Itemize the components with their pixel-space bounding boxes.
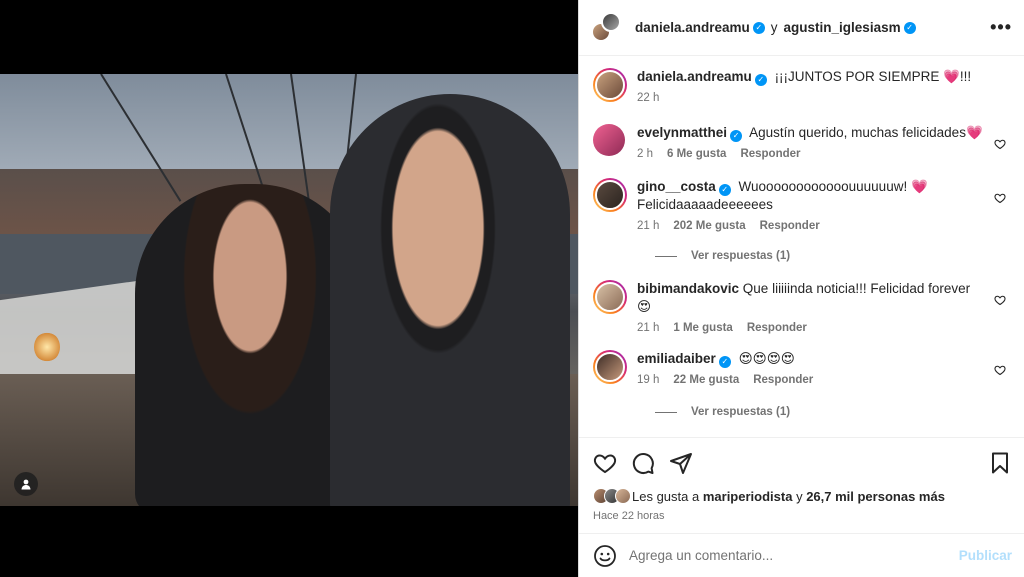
verified-icon: ✓ <box>754 74 767 86</box>
comment-item: emiliadaiber ✓ 😍😍😍😍 19 h 22 Me gusta Resp… <box>593 350 1010 386</box>
post-photo <box>0 74 578 506</box>
publish-button[interactable]: Publicar <box>959 548 1012 563</box>
comment-time: 2 h <box>637 148 653 160</box>
share-icon[interactable] <box>669 451 693 475</box>
emoji-icon[interactable] <box>593 544 617 568</box>
verified-icon: ✓ <box>718 184 731 196</box>
post-media <box>0 0 578 577</box>
coauthor-username[interactable]: agustin_iglesiasm <box>784 20 901 35</box>
reply-button[interactable]: Responder <box>740 148 800 160</box>
liker-username[interactable]: mariperiodista <box>703 489 793 504</box>
caption-time: 22 h <box>637 92 660 104</box>
comment-likes[interactable]: 1 Me gusta <box>673 322 732 334</box>
comment-likes[interactable]: 202 Me gusta <box>673 220 745 232</box>
verified-icon: ✓ <box>718 356 731 368</box>
post-panel: daniela.andreamu ✓ y agustin_iglesiasm ✓… <box>578 0 1024 577</box>
caption-text: ¡¡¡JUNTOS POR SIEMPRE 💗!!! <box>774 69 972 84</box>
avatar[interactable] <box>593 124 625 156</box>
avatar[interactable] <box>593 350 627 384</box>
view-replies-button[interactable]: Ver respuestas (1) <box>655 250 1010 262</box>
avatar[interactable] <box>593 68 627 102</box>
comment-text: Agustín querido, muchas felicidades💗 <box>749 125 983 140</box>
comment-item: gino__costa ✓ Wuoooooooooooouuuuuuw! 💗 Fe… <box>593 178 1010 232</box>
comment-text: 😍😍😍😍 <box>738 351 795 366</box>
post-header: daniela.andreamu ✓ y agustin_iglesiasm ✓… <box>579 0 1024 56</box>
comment-item: evelynmatthei ✓ Agustín querido, muchas f… <box>593 124 1010 160</box>
caption: daniela.andreamu ✓ ¡¡¡JUNTOS POR SIEMPRE … <box>593 68 1010 104</box>
author-username[interactable]: daniela.andreamu <box>635 20 750 35</box>
bookmark-icon[interactable] <box>990 452 1010 474</box>
comment-time: 21 h <box>637 322 660 334</box>
avatar[interactable] <box>593 280 627 314</box>
verified-icon: ✓ <box>730 130 743 142</box>
comment-icon[interactable] <box>631 451 655 475</box>
comment-time: 21 h <box>637 220 660 232</box>
liker-avatars <box>593 488 631 504</box>
verified-icon: ✓ <box>903 21 916 34</box>
more-options-button[interactable]: ••• <box>990 17 1012 38</box>
avatar[interactable] <box>601 11 621 32</box>
reply-button[interactable]: Responder <box>753 374 813 386</box>
verified-icon: ✓ <box>752 21 765 34</box>
heart-icon[interactable] <box>994 294 1006 306</box>
comment-likes[interactable]: 6 Me gusta <box>667 148 726 160</box>
comment-input[interactable] <box>629 548 959 563</box>
heart-icon[interactable] <box>994 364 1006 376</box>
comment-username[interactable]: bibimandakovic <box>637 281 739 296</box>
comment-likes[interactable]: 22 Me gusta <box>673 374 739 386</box>
comments-list[interactable]: daniela.andreamu ✓ ¡¡¡JUNTOS POR SIEMPRE … <box>579 56 1024 437</box>
avatar[interactable] <box>593 178 627 212</box>
reply-button[interactable]: Responder <box>747 322 807 334</box>
comment-time: 19 h <box>637 374 660 386</box>
comment-username[interactable]: gino__costa <box>637 179 716 194</box>
author-avatars[interactable] <box>591 11 623 44</box>
comment-item: bibimandakovic Que liiiiinda noticia!!! … <box>593 280 1010 334</box>
likes-summary[interactable]: Les gusta a mariperiodista y 26,7 mil pe… <box>593 488 1010 504</box>
heart-icon[interactable] <box>593 451 617 475</box>
user-tag-icon[interactable] <box>14 472 38 496</box>
comment-username[interactable]: emiliadaiber <box>637 351 716 366</box>
post-actions: Les gusta a mariperiodista y 26,7 mil pe… <box>579 437 1024 522</box>
heart-icon[interactable] <box>994 192 1006 204</box>
others-count[interactable]: 26,7 mil personas más <box>806 489 945 504</box>
heart-icon[interactable] <box>994 138 1006 150</box>
comment-composer: Publicar <box>579 533 1024 577</box>
reply-button[interactable]: Responder <box>760 220 820 232</box>
post-timestamp: Hace 22 horas <box>593 510 665 522</box>
comment-username[interactable]: evelynmatthei <box>637 125 727 140</box>
view-replies-button[interactable]: Ver respuestas (1) <box>655 406 1010 418</box>
caption-username[interactable]: daniela.andreamu <box>637 69 752 84</box>
author-conjunction: y <box>770 20 778 35</box>
